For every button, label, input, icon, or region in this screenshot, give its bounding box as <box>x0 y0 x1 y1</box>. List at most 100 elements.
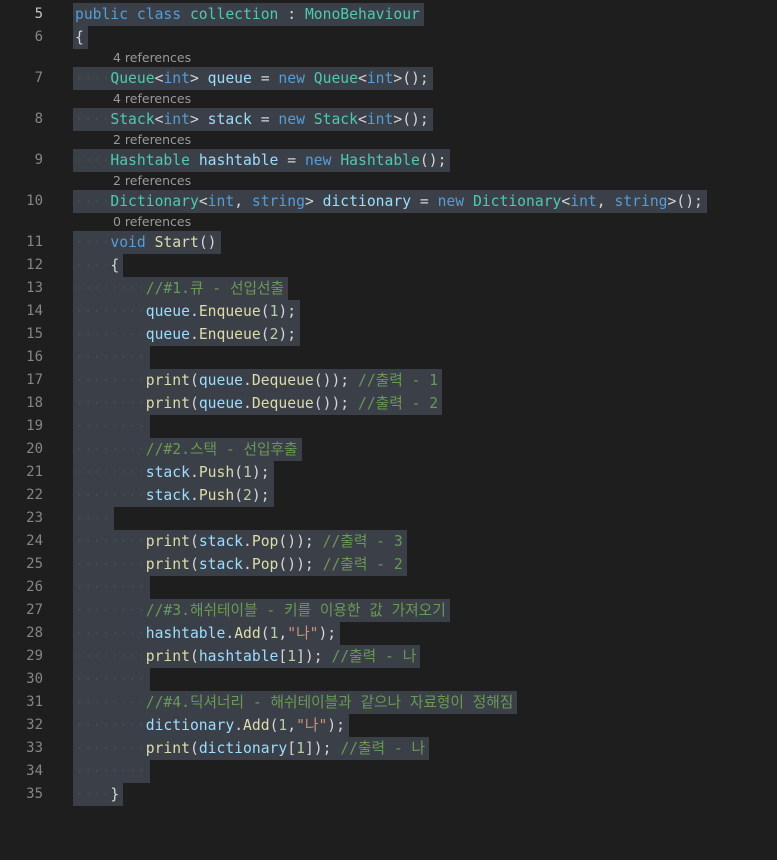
code-token: //#1.큐 - 선입선출 <box>145 280 285 297</box>
code-line[interactable]: 6{ <box>0 26 777 49</box>
code-token: Pop <box>251 533 279 550</box>
code-line[interactable]: 16 ········ <box>0 346 777 369</box>
code-text[interactable]: ········stack.Push(2); <box>73 484 274 507</box>
code-text[interactable]: ········ <box>73 576 150 599</box>
code-line[interactable]: 5 public class collection : MonoBehaviour <box>0 3 777 26</box>
code-line[interactable]: 31 ········//#4.딕셔너리 - 해쉬테이블과 같으나 자료형이 정해… <box>0 691 777 714</box>
code-line[interactable]: 32 ········dictionary.Add(1,"나"); <box>0 714 777 737</box>
code-text[interactable]: ········queue.Enqueue(2); <box>73 323 301 346</box>
codelens-references[interactable]: 0 references <box>113 213 191 231</box>
code-text[interactable]: public class collection : MonoBehaviour <box>73 3 424 26</box>
code-text[interactable]: ········hashtable.Add(1,"나"); <box>73 622 341 645</box>
code-token: } <box>110 786 120 803</box>
code-text[interactable]: ········ <box>73 760 150 783</box>
code-line[interactable]: 17 ········print(queue.Dequeue()); //출력 -… <box>0 369 777 392</box>
code-line[interactable]: 30 ········ <box>0 668 777 691</box>
code-text[interactable]: ····Stack<int> stack = new Stack<int>(); <box>73 108 433 131</box>
code-token: queue <box>198 395 244 412</box>
line-number: 5 <box>34 6 43 22</box>
code-text[interactable]: ········//#3.해쉬테이블 - 키를 이용한 값 가져오기 <box>73 599 450 622</box>
code-text[interactable]: ········//#4.딕셔너리 - 해쉬테이블과 같으나 자료형이 정해짐 <box>73 691 518 714</box>
code-line[interactable]: 22 ········stack.Push(2); <box>0 484 777 507</box>
code-text[interactable]: ········print(stack.Pop()); //출력 - 3 <box>73 530 407 553</box>
code-line[interactable]: 12 ····{ <box>0 254 777 277</box>
code-line[interactable]: 29 ········print(hashtable[1]); //출력 - 나 <box>0 645 777 668</box>
code-text[interactable]: ········ <box>73 668 150 691</box>
line-number: 25 <box>26 556 43 572</box>
whitespace-dots: ···· <box>75 70 111 87</box>
code-token: public <box>75 6 129 23</box>
code-text[interactable]: ········//#1.큐 - 선입선출 <box>73 277 289 300</box>
code-line[interactable]: 20 ········//#2.스택 - 선입후출 <box>0 438 777 461</box>
code-token: Add <box>234 625 261 642</box>
line-number: 6 <box>34 29 43 45</box>
code-line[interactable]: 19 ········ <box>0 415 777 438</box>
code-line[interactable]: 34 ········ <box>0 760 777 783</box>
code-line[interactable]: 9 ····Hashtable hashtable = new Hashtable… <box>0 149 777 172</box>
code-line[interactable]: 18 ········print(queue.Dequeue()); //출력 -… <box>0 392 777 415</box>
code-token: queue <box>198 372 244 389</box>
whitespace-dots: ········ <box>75 303 146 320</box>
code-token: : <box>278 6 305 23</box>
code-token: "나" <box>287 625 319 642</box>
code-line[interactable]: 27 ········//#3.해쉬테이블 - 키를 이용한 값 가져오기 <box>0 599 777 622</box>
code-token: stack <box>198 556 244 573</box>
code-line[interactable]: 10 ····Dictionary<int, string> dictionary… <box>0 190 777 213</box>
code-text[interactable]: { <box>73 26 88 49</box>
code-text[interactable]: ····Dictionary<int, string> dictionary =… <box>73 190 707 213</box>
code-text[interactable]: ········queue.Enqueue(1); <box>73 300 301 323</box>
code-text[interactable]: ········print(dictionary[1]); //출력 - 나 <box>73 737 430 760</box>
line-number: 35 <box>26 786 43 802</box>
code-token: 1 <box>287 648 297 665</box>
code-line[interactable]: 24 ········print(stack.Pop()); //출력 - 3 <box>0 530 777 553</box>
code-line[interactable]: 21 ········stack.Push(1); <box>0 461 777 484</box>
code-line[interactable]: 33 ········print(dictionary[1]); //출력 - 나 <box>0 737 777 760</box>
code-line[interactable]: 26 ········ <box>0 576 777 599</box>
code-text[interactable]: ········dictionary.Add(1,"나"); <box>73 714 349 737</box>
code-token: () <box>198 234 217 251</box>
code-line[interactable]: 23 ···· <box>0 507 777 530</box>
code-text[interactable]: ········ <box>73 346 150 369</box>
code-line[interactable]: 8 ····Stack<int> stack = new Stack<int>()… <box>0 108 777 131</box>
code-line[interactable]: 11 ····void Start() <box>0 231 777 254</box>
code-line[interactable]: 35 ····} <box>0 783 777 806</box>
code-token: print <box>145 533 190 550</box>
code-text[interactable]: ········ <box>73 415 150 438</box>
code-editor[interactable]: 5 public class collection : MonoBehaviour… <box>0 0 777 860</box>
code-text[interactable]: ········print(stack.Pop()); //출력 - 2 <box>73 553 407 576</box>
code-line[interactable]: 14 ········queue.Enqueue(1); <box>0 300 777 323</box>
code-text[interactable]: ····void Start() <box>73 231 221 254</box>
code-token: hashtable <box>198 648 279 665</box>
code-line[interactable]: 7 ····Queue<int> queue = new Queue<int>()… <box>0 67 777 90</box>
codelens-references[interactable]: 4 references <box>113 49 191 67</box>
line-number: 28 <box>26 625 43 641</box>
code-line[interactable]: 15 ········queue.Enqueue(2); <box>0 323 777 346</box>
code-token: 1 <box>278 717 288 734</box>
code-token: //출력 - 나 <box>340 740 426 757</box>
codelens-references[interactable]: 4 references <box>113 90 191 108</box>
code-text[interactable]: ········stack.Push(1); <box>73 461 274 484</box>
code-token: Queue <box>110 70 155 87</box>
code-text[interactable]: ····Hashtable hashtable = new Hashtable(… <box>73 149 451 172</box>
code-text[interactable]: ····Queue<int> queue = new Queue<int>(); <box>73 67 433 90</box>
code-text[interactable]: ········print(queue.Dequeue()); //출력 - 1 <box>73 369 443 392</box>
whitespace-dots: ···· <box>75 786 111 803</box>
code-text[interactable]: ···· <box>73 507 115 530</box>
code-line[interactable]: 28 ········hashtable.Add(1,"나"); <box>0 622 777 645</box>
code-text[interactable]: ········print(queue.Dequeue()); //출력 - 2 <box>73 392 443 415</box>
code-token: . <box>243 372 252 389</box>
code-text[interactable]: ····{ <box>73 254 124 277</box>
code-text[interactable]: ····} <box>73 783 124 806</box>
code-token: int <box>366 70 394 87</box>
code-token: new <box>278 70 305 87</box>
whitespace-dots: ···· <box>75 111 111 128</box>
code-text[interactable]: ········//#2.스택 - 선입후출 <box>73 438 302 461</box>
code-text[interactable]: ········print(hashtable[1]); //출력 - 나 <box>73 645 421 668</box>
code-token: stack <box>145 487 190 504</box>
code-line[interactable]: 25 ········print(stack.Pop()); //출력 - 2 <box>0 553 777 576</box>
codelens-references[interactable]: 2 references <box>113 172 191 190</box>
codelens-references[interactable]: 2 references <box>113 131 191 149</box>
code-line[interactable]: 13 ········//#1.큐 - 선입선출 <box>0 277 777 300</box>
